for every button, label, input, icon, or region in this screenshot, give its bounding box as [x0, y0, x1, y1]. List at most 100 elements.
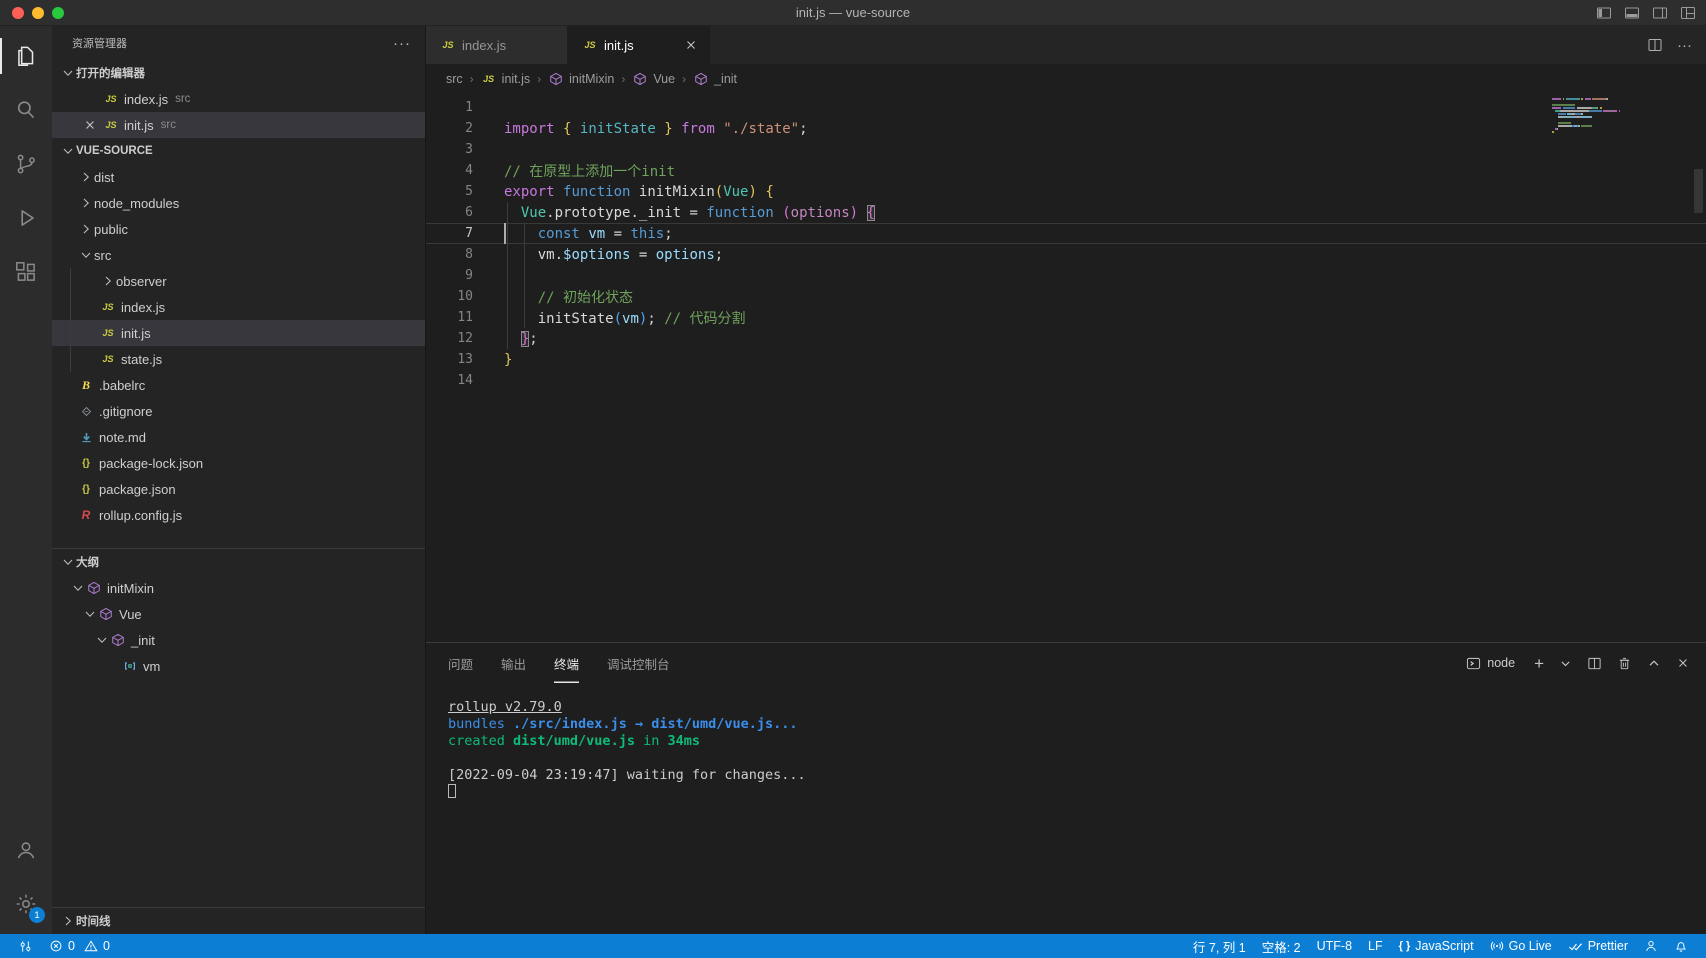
code-line-4[interactable]: 4// 在原型上添加一个init	[426, 160, 1706, 181]
tree-folder-src[interactable]: src	[52, 242, 425, 268]
outline-item-_init[interactable]: _init	[52, 627, 425, 653]
tweaks-indicator[interactable]	[10, 934, 41, 958]
outline-header[interactable]: 大纲	[52, 549, 425, 575]
new-terminal-button[interactable]: +	[1534, 656, 1544, 671]
open-editors-header[interactable]: 打开的编辑器	[52, 60, 425, 86]
breadcrumb-item-Vue[interactable]: Vue	[632, 71, 675, 87]
tree-folder-public[interactable]: public	[52, 216, 425, 242]
status-label: JavaScript	[1415, 939, 1473, 953]
outline-item-vm[interactable]: vm	[52, 653, 425, 679]
error-icon	[49, 939, 63, 953]
status-feedback[interactable]	[1636, 934, 1666, 958]
open-editor-item[interactable]: JSinit.jssrc	[52, 112, 425, 138]
breadcrumb-item-init.js[interactable]: JSinit.js	[481, 71, 530, 87]
code-line-8[interactable]: 8 vm.$options = options;	[426, 244, 1706, 265]
panel-tab-调试控制台[interactable]: 调试控制台	[607, 643, 670, 683]
timeline-header[interactable]: 时间线	[52, 908, 425, 934]
tree-file-rollup.config.js[interactable]: Rrollup.config.js	[52, 502, 425, 528]
activity-search-icon[interactable]	[0, 86, 52, 134]
tree-file-package-lock.json[interactable]: {}package-lock.json	[52, 450, 425, 476]
code-line-5[interactable]: 5export function initMixin(Vue) {	[426, 181, 1706, 202]
timeline-label: 时间线	[76, 913, 111, 929]
panel-tab-输出[interactable]: 输出	[501, 643, 526, 683]
terminal-dropdown-icon[interactable]	[1559, 657, 1572, 670]
window-title: init.js — vue-source	[0, 5, 1706, 20]
editor-tabs: JSindex.jsJSinit.js	[426, 26, 710, 64]
code-line-11[interactable]: 11 initState(vm); // 代码分割	[426, 307, 1706, 328]
breadcrumb-item-src[interactable]: src	[446, 72, 463, 86]
terminal-output[interactable]: rollup v2.79.0bundles ./src/index.js → d…	[426, 683, 1706, 801]
maximize-panel-icon[interactable]	[1647, 656, 1661, 670]
code-line-12[interactable]: 12 };	[426, 328, 1706, 349]
code-line-13[interactable]: 13}	[426, 349, 1706, 370]
activity-extensions-icon[interactable]	[0, 248, 52, 296]
outline-item-initMixin[interactable]: initMixin	[52, 575, 425, 601]
more-actions-icon[interactable]: ···	[393, 35, 411, 52]
code-line-3[interactable]: 3	[426, 139, 1706, 160]
problems-indicator[interactable]: 0 0	[41, 934, 118, 958]
code-line-9[interactable]: 9	[426, 265, 1706, 286]
tree-folder-node_modules[interactable]: node_modules	[52, 190, 425, 216]
minimap[interactable]	[1552, 95, 1644, 137]
close-tab-icon[interactable]	[683, 37, 699, 53]
tree-file-note.md[interactable]: note.md	[52, 424, 425, 450]
check-double-icon	[1568, 939, 1583, 954]
tree-file-state.js[interactable]: JSstate.js	[52, 346, 425, 372]
activity-run-debug-icon[interactable]	[0, 194, 52, 242]
panel-tab-终端[interactable]: 终端	[554, 643, 579, 683]
panel-tab-问题[interactable]: 问题	[448, 643, 473, 683]
tree-folder-dist[interactable]: dist	[52, 164, 425, 190]
status-go-live[interactable]: Go Live	[1482, 934, 1560, 958]
code-line-1[interactable]: 1	[426, 97, 1706, 118]
file-tree-section: VUE-SOURCE dist node_modulespublicsrcobser…	[52, 138, 425, 528]
terminal-instance-item[interactable]: node	[1466, 656, 1515, 671]
outline-item-Vue[interactable]: Vue	[52, 601, 425, 627]
line-number: 13	[426, 352, 473, 367]
editor-scrollbar[interactable]	[1694, 169, 1703, 213]
status-prettier[interactable]: Prettier	[1560, 934, 1636, 958]
tab-init.js[interactable]: JSinit.js	[568, 26, 710, 64]
code-line-10[interactable]: 10 // 初始化状态	[426, 286, 1706, 307]
status-language-mode[interactable]: { }JavaScript	[1391, 934, 1482, 958]
editor-more-actions-icon[interactable]: ···	[1677, 37, 1692, 54]
open-editor-item[interactable]: JSindex.jssrc	[52, 86, 425, 112]
split-editor-icon[interactable]	[1647, 37, 1663, 53]
status-indentation[interactable]: 空格: 2	[1254, 934, 1309, 958]
project-root[interactable]: VUE-SOURCE	[52, 138, 425, 164]
close-icon[interactable]	[82, 117, 98, 133]
breadcrumb-item-initMixin[interactable]: initMixin	[548, 71, 614, 87]
close-panel-icon[interactable]	[1676, 656, 1690, 670]
code-editor[interactable]: 12import { initState } from "./state";34…	[426, 93, 1706, 642]
kill-terminal-icon[interactable]	[1617, 656, 1632, 671]
tab-index.js[interactable]: JSindex.js	[426, 26, 568, 64]
activity-explorer-icon[interactable]	[0, 32, 52, 80]
activity-accounts-icon[interactable]	[0, 826, 52, 874]
status-eol[interactable]: LF	[1360, 934, 1391, 958]
tree-file-package.json[interactable]: {}package.json	[52, 476, 425, 502]
status-notifications[interactable]	[1666, 934, 1696, 958]
status-cursor-position[interactable]: 行 7, 列 1	[1185, 934, 1254, 958]
code-line-2[interactable]: 2import { initState } from "./state";	[426, 118, 1706, 139]
tree-file-.babelrc[interactable]: B.babelrc	[52, 372, 425, 398]
tree-folder-observer[interactable]: observer	[52, 268, 425, 294]
code-line-7[interactable]: 7 const vm = this;	[426, 223, 1706, 244]
tree-file-init.js[interactable]: JSinit.js	[52, 320, 425, 346]
toggle-sidebar-icon[interactable]	[1596, 5, 1612, 21]
customize-layout-icon[interactable]	[1680, 5, 1696, 21]
code-line-14[interactable]: 14	[426, 370, 1706, 391]
tree-item-label: dist	[94, 170, 114, 185]
breadcrumb-item-_init[interactable]: _init	[693, 71, 737, 87]
toggle-panel-icon[interactable]	[1624, 5, 1640, 21]
status-encoding[interactable]: UTF-8	[1309, 934, 1360, 958]
toggle-secondary-sidebar-icon[interactable]	[1652, 5, 1668, 21]
minimap-line	[1552, 113, 1644, 115]
editor-tab-bar: JSindex.jsJSinit.js ···	[426, 26, 1706, 64]
activity-bar: 1	[0, 26, 52, 934]
activity-settings-icon[interactable]: 1	[0, 880, 52, 928]
activity-source-control-icon[interactable]	[0, 140, 52, 188]
tree-file-index.js[interactable]: JSindex.js	[52, 294, 425, 320]
title-bar: init.js — vue-source	[0, 0, 1706, 26]
tree-file-.gitignore[interactable]: .gitignore	[52, 398, 425, 424]
code-line-6[interactable]: 6 Vue.prototype._init = function (option…	[426, 202, 1706, 223]
split-terminal-icon[interactable]	[1587, 656, 1602, 671]
